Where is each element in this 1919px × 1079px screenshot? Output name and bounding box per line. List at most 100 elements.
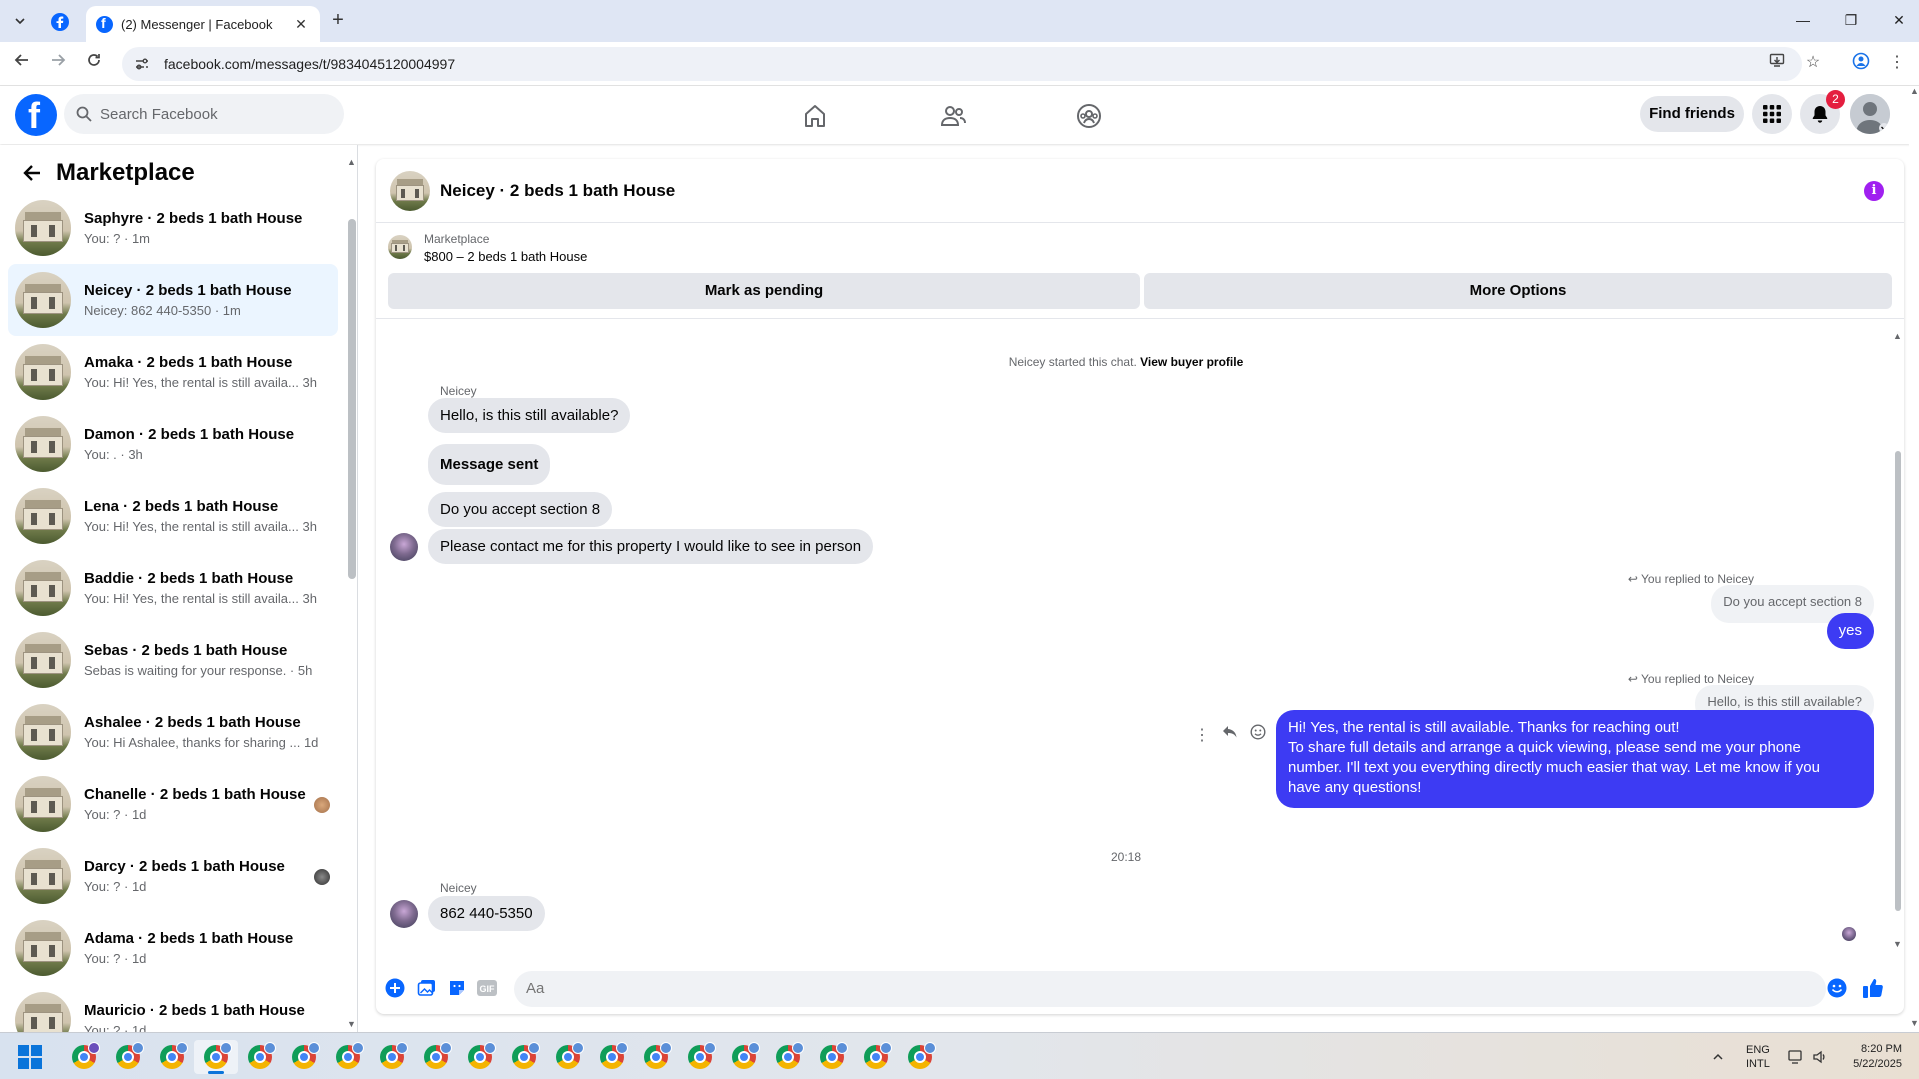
scroll-down-arrow-icon[interactable]: ▼	[1910, 1018, 1919, 1028]
close-window-button[interactable]: ✕	[1884, 8, 1914, 32]
taskbar-chrome-profile[interactable]	[766, 1040, 810, 1074]
address-bar[interactable]: facebook.com/messages/t/9834045120004997	[122, 47, 1802, 81]
incoming-message[interactable]: Do you accept section 8	[428, 492, 613, 527]
conversation-item[interactable]: Mauricio · 2 beds 1 bath House You: ? · 1…	[8, 984, 338, 1032]
mark-as-pending-button[interactable]: Mark as pending	[388, 273, 1140, 309]
browser-menu-icon[interactable]: ⋮	[1886, 52, 1908, 74]
add-attachment-icon[interactable]	[384, 977, 406, 999]
site-info-icon[interactable]	[134, 56, 150, 72]
info-icon[interactable]: i	[1864, 181, 1884, 201]
taskbar-chrome-profile-active[interactable]	[194, 1040, 238, 1074]
listing-thumbnail[interactable]	[390, 170, 430, 211]
taskbar-chrome-profile[interactable]	[370, 1040, 414, 1074]
scrollbar-thumb[interactable]	[1895, 451, 1901, 911]
taskbar-chrome-profile[interactable]	[546, 1040, 590, 1074]
conversation-item[interactable]: Baddie · 2 beds 1 bath House You: Hi! Yes…	[8, 552, 338, 624]
taskbar-chrome-profile[interactable]	[326, 1040, 370, 1074]
conversation-item[interactable]: Sebas · 2 beds 1 bath House Sebas is wait…	[8, 624, 338, 696]
scroll-up-arrow-icon[interactable]: ▲	[1910, 86, 1919, 96]
conversation-item[interactable]: Lena · 2 beds 1 bath House You: Hi! Yes, …	[8, 480, 338, 552]
conversation-item[interactable]: Adama · 2 beds 1 bath House You: ? · 1d	[8, 912, 338, 984]
incoming-message[interactable]: Please contact me for this property I wo…	[428, 529, 874, 564]
facebook-logo-icon[interactable]	[15, 94, 57, 137]
clock[interactable]: 8:20 PM 5/22/2025	[1840, 1033, 1902, 1079]
taskbar-chrome-profile[interactable]	[898, 1040, 942, 1074]
more-actions-icon[interactable]: ⋮	[1194, 725, 1210, 745]
nav-friends[interactable]	[898, 96, 1008, 136]
conversation-item[interactable]: Saphyre · 2 beds 1 bath House You: ? · 1m	[8, 192, 338, 264]
chat-title[interactable]: Neicey · 2 beds 1 bath House	[440, 181, 675, 201]
taskbar-chrome-profile[interactable]	[458, 1040, 502, 1074]
menu-button[interactable]	[1752, 94, 1792, 134]
forward-button[interactable]	[46, 52, 70, 76]
scroll-up-arrow-icon[interactable]: ▲	[1893, 331, 1902, 341]
taskbar-chrome-profile[interactable]	[722, 1040, 766, 1074]
neicey-avatar[interactable]	[390, 533, 418, 561]
page-scrollbar[interactable]: ▲ ▼	[1909, 86, 1919, 1032]
new-tab-button[interactable]: +	[326, 9, 350, 33]
taskbar-chrome-profile[interactable]	[106, 1040, 150, 1074]
find-friends-button[interactable]: Find friends	[1640, 96, 1744, 132]
listing-price-title[interactable]: $800 – 2 beds 1 bath House	[424, 249, 587, 264]
outgoing-message[interactable]: yes	[1826, 613, 1874, 649]
nav-groups[interactable]	[1034, 96, 1144, 136]
taskbar-chrome-profile[interactable]	[62, 1040, 106, 1074]
taskbar-chrome-profile[interactable]	[810, 1040, 854, 1074]
restore-window-button[interactable]: ❐	[1836, 8, 1866, 32]
message-input[interactable]	[514, 971, 1826, 1007]
sticker-icon[interactable]	[446, 977, 468, 999]
neicey-avatar[interactable]	[390, 900, 418, 928]
taskbar-chrome-profile[interactable]	[150, 1040, 194, 1074]
taskbar-chrome-profile[interactable]	[634, 1040, 678, 1074]
taskbar-chrome-profile[interactable]	[590, 1040, 634, 1074]
profile-icon[interactable]	[1850, 52, 1872, 74]
scroll-down-arrow-icon[interactable]: ▼	[347, 1019, 356, 1029]
outgoing-message-long[interactable]: Hi! Yes, the rental is still available. …	[1276, 710, 1874, 808]
conversation-item[interactable]: Amaka · 2 beds 1 bath House You: Hi! Yes,…	[8, 336, 338, 408]
like-thumbs-up-icon[interactable]	[1862, 977, 1884, 999]
tab-search-button[interactable]	[8, 9, 32, 33]
back-button[interactable]	[10, 52, 34, 76]
scroll-down-arrow-icon[interactable]: ▼	[1893, 939, 1902, 949]
windows-start-icon[interactable]	[18, 1045, 42, 1069]
taskbar-chrome-profile[interactable]	[678, 1040, 722, 1074]
conversation-item[interactable]: Ashalee · 2 beds 1 bath House You: Hi Ash…	[8, 696, 338, 768]
close-tab-icon[interactable]: ✕	[292, 16, 310, 33]
sidebar-scrollbar[interactable]: ▲ ▼	[347, 157, 356, 1032]
view-buyer-profile-link[interactable]: View buyer profile	[1140, 355, 1243, 369]
reply-icon[interactable]	[1222, 725, 1238, 744]
conversation-item[interactable]: Darcy · 2 beds 1 bath House You: ? · 1d	[8, 840, 338, 912]
incoming-message[interactable]: 862 440-5350	[428, 896, 545, 931]
facebook-search-box[interactable]: Search Facebook	[64, 94, 344, 134]
back-arrow-icon[interactable]	[20, 161, 44, 185]
more-options-button[interactable]: More Options	[1144, 273, 1892, 309]
emoji-icon[interactable]	[1826, 977, 1848, 999]
taskbar-chrome-profile[interactable]	[854, 1040, 898, 1074]
account-avatar[interactable]	[1850, 94, 1890, 134]
install-app-icon[interactable]	[1766, 52, 1788, 74]
conversation-item[interactable]: Damon · 2 beds 1 bath House You: . · 3h	[8, 408, 338, 480]
scroll-up-arrow-icon[interactable]: ▲	[347, 157, 356, 167]
photo-icon[interactable]	[416, 977, 438, 999]
bookmark-star-icon[interactable]: ☆	[1802, 52, 1824, 74]
minimize-window-button[interactable]: —	[1788, 8, 1818, 32]
chat-scrollbar[interactable]: ▲ ▼	[1892, 331, 1904, 951]
conversation-item-active[interactable]: Neicey · 2 beds 1 bath House Neicey: 862 …	[8, 264, 338, 336]
nav-home[interactable]	[760, 96, 870, 136]
taskbar-chrome-profile[interactable]	[238, 1040, 282, 1074]
scrollbar-thumb[interactable]	[348, 219, 356, 579]
taskbar-chrome-profile[interactable]	[282, 1040, 326, 1074]
tray-overflow-icon[interactable]	[1712, 1033, 1724, 1079]
gif-icon[interactable]: GIF	[476, 977, 498, 999]
conversation-item[interactable]: Chanelle · 2 beds 1 bath House You: ? · 1…	[8, 768, 338, 840]
taskbar-chrome-profile[interactable]	[502, 1040, 546, 1074]
pinned-facebook-tab[interactable]	[46, 8, 74, 36]
incoming-message[interactable]: Hello, is this still available?	[428, 398, 631, 433]
active-tab[interactable]: (2) Messenger | Facebook ✕	[86, 6, 320, 42]
reload-button[interactable]	[82, 52, 106, 76]
language-indicator[interactable]: ENG INTL	[1746, 1033, 1770, 1079]
incoming-message[interactable]: Message sent	[428, 444, 551, 485]
taskbar-chrome-profile[interactable]	[414, 1040, 458, 1074]
system-tray-icons[interactable]	[1788, 1033, 1828, 1079]
react-emoji-icon[interactable]	[1250, 724, 1266, 745]
